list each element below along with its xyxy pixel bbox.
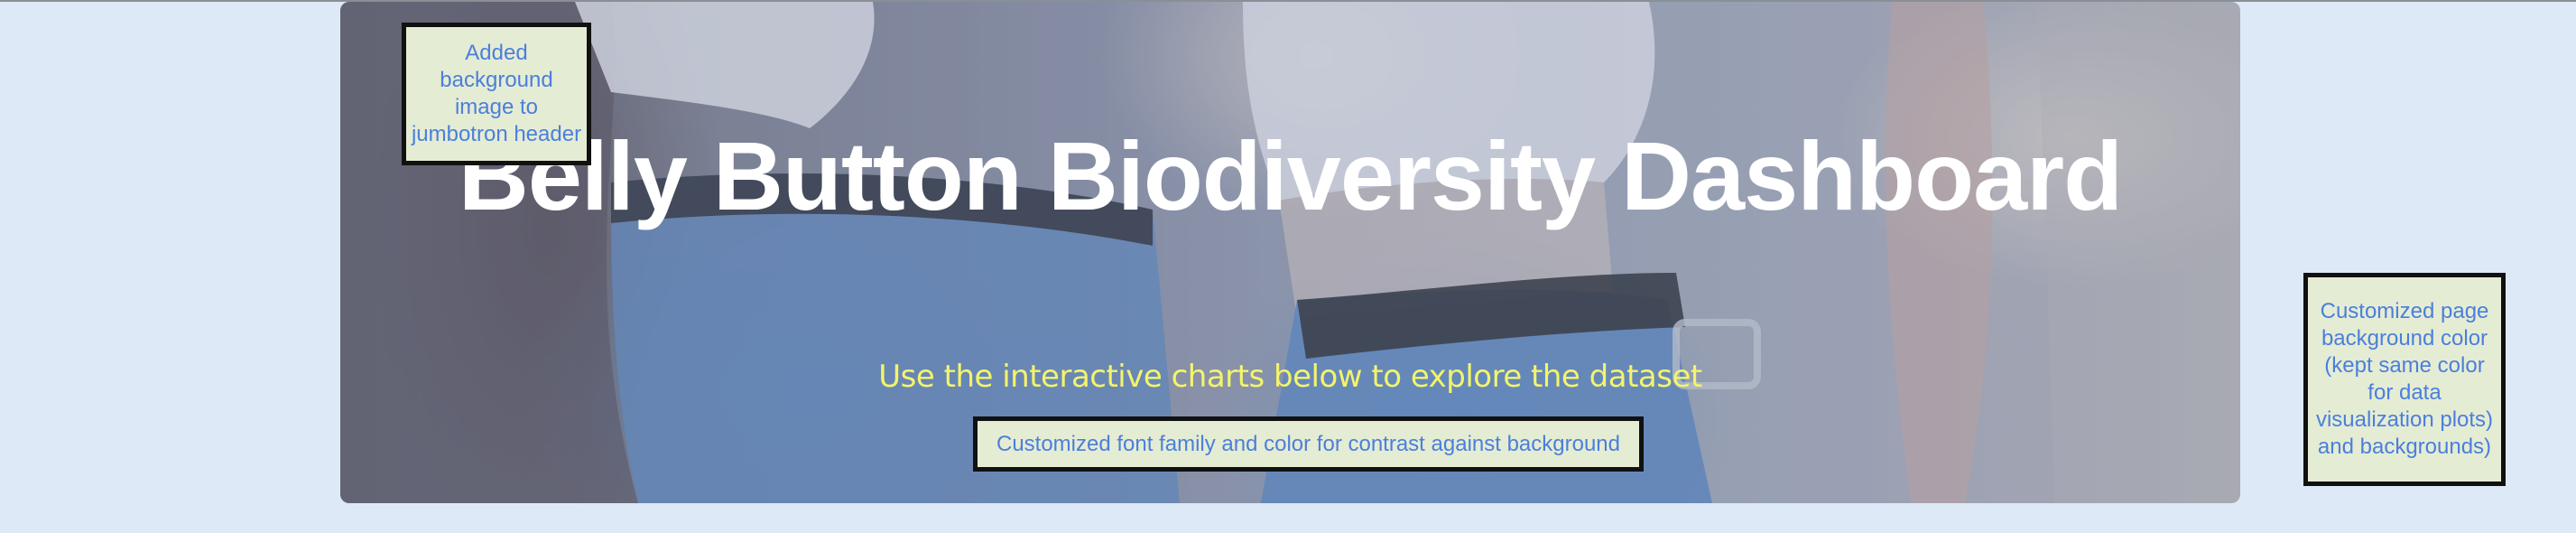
annotation-background-image: Added background image to jumbotron head… [402,23,591,165]
page-subtitle: Use the interactive charts below to expl… [878,359,1702,395]
annotation-page-background: Customized page background color (kept s… [2303,273,2506,486]
annotation-font-customization: Customized font family and color for con… [973,416,1644,472]
page-title: Belly Button Biodiversity Dashboard [458,121,2123,230]
